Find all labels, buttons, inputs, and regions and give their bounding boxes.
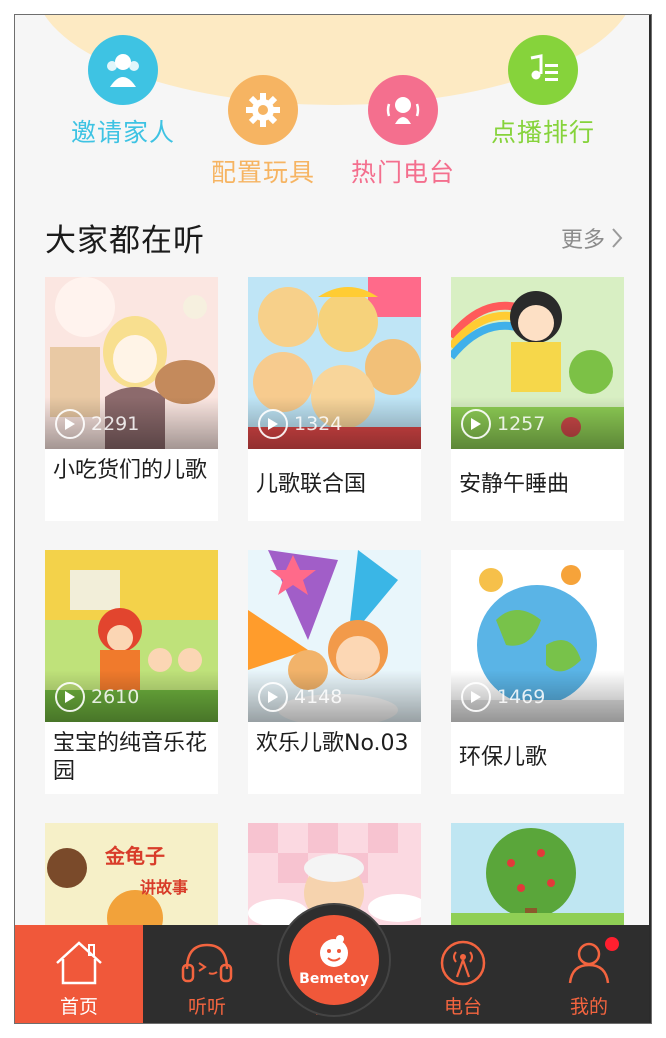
- cover-text-line1: 金龟子: [104, 844, 165, 868]
- tab-mine[interactable]: 我的: [525, 925, 651, 1023]
- play-count-value: 1324: [294, 413, 343, 435]
- notification-dot: [605, 937, 619, 951]
- album-title: 安静午睡曲: [459, 472, 570, 497]
- family-icon: [88, 35, 158, 105]
- music-list-icon: [508, 35, 578, 105]
- album-card[interactable]: 金龟子 讲故事: [45, 823, 218, 933]
- chevron-right-icon: [612, 228, 623, 248]
- invite-family-button[interactable]: 邀请家人: [63, 35, 183, 149]
- play-count: 2610: [55, 682, 139, 712]
- more-label: 更多: [560, 228, 605, 253]
- tab-radio-label: 电台: [443, 996, 482, 1018]
- album-title: 小吃货们的儿歌: [53, 458, 208, 483]
- album-cover: 1257: [451, 277, 624, 449]
- headphones-icon: [181, 943, 233, 983]
- album-card[interactable]: 1469 环保儿歌: [451, 550, 624, 794]
- album-card[interactable]: 2610 宝宝的纯音乐花园: [45, 550, 218, 794]
- bemetoy-brand: Bemetoy: [299, 971, 369, 987]
- play-count-value: 4148: [294, 686, 343, 708]
- tab-mine-label: 我的: [569, 996, 608, 1018]
- play-count: 1324: [258, 409, 342, 439]
- play-icon: [461, 409, 491, 439]
- ranking-button[interactable]: 点播排行: [483, 35, 603, 149]
- album-cover: 1469: [451, 550, 624, 722]
- play-icon: [55, 409, 85, 439]
- play-count: 2291: [55, 409, 139, 439]
- radio-icon: [440, 940, 486, 986]
- invite-family-label: 邀请家人: [70, 118, 175, 147]
- play-count-value: 2610: [91, 686, 140, 708]
- album-title: 欢乐儿歌No.03: [256, 731, 409, 756]
- play-count: 1257: [461, 409, 545, 439]
- play-icon: [461, 682, 491, 712]
- hot-radio-label: 热门电台: [350, 158, 455, 187]
- section-title: 大家都在听: [45, 223, 205, 259]
- configure-toy-button[interactable]: 配置玩具: [203, 75, 323, 189]
- album-cover: 1324: [248, 277, 421, 449]
- play-icon: [55, 682, 85, 712]
- tab-home-label: 首页: [59, 996, 98, 1018]
- microphone-icon: [368, 75, 438, 145]
- album-title: 宝宝的纯音乐花园: [53, 731, 208, 784]
- album-cover: [451, 823, 624, 933]
- play-count-value: 2291: [91, 413, 140, 435]
- play-count-value: 1469: [497, 686, 546, 708]
- album-card[interactable]: 2291 小吃货们的儿歌: [45, 277, 218, 521]
- configure-toy-label: 配置玩具: [210, 158, 315, 187]
- tab-intercom[interactable]: Bemetoy: [289, 915, 379, 1005]
- tab-radio[interactable]: 电台: [399, 925, 527, 1023]
- album-card[interactable]: 1324 儿歌联合国: [248, 277, 421, 521]
- tab-listen-label: 听听: [187, 996, 226, 1018]
- section-header: 大家都在听 更多: [45, 215, 623, 259]
- tab-listen[interactable]: 听听: [143, 925, 271, 1023]
- play-count: 4148: [258, 682, 342, 712]
- play-icon: [258, 409, 288, 439]
- gear-icon: [228, 75, 298, 145]
- play-count-value: 1257: [497, 413, 546, 435]
- app-screen: 邀请家人 配置玩具 热门电台 点播排行 大家都在听 更多 2291 小吃货们的儿…: [14, 14, 652, 1024]
- album-card[interactable]: 4148 欢乐儿歌No.03: [248, 550, 421, 794]
- play-icon: [258, 682, 288, 712]
- ranking-label: 点播排行: [490, 118, 595, 147]
- tab-home[interactable]: 首页: [15, 925, 143, 1023]
- cover-text-line2: 讲故事: [140, 878, 188, 897]
- play-count: 1469: [461, 682, 545, 712]
- album-cover: 2610: [45, 550, 218, 722]
- more-button[interactable]: 更多: [561, 222, 623, 254]
- home-icon: [56, 941, 102, 985]
- album-cover: 4148: [248, 550, 421, 722]
- album-card[interactable]: [451, 823, 624, 933]
- album-cover: 2291: [45, 277, 218, 449]
- album-card[interactable]: 1257 安静午睡曲: [451, 277, 624, 521]
- bemetoy-icon: [320, 935, 348, 967]
- album-cover: 金龟子 讲故事: [45, 823, 218, 933]
- hot-radio-button[interactable]: 热门电台: [343, 75, 463, 189]
- album-title: 儿歌联合国: [256, 472, 367, 497]
- album-title: 环保儿歌: [459, 745, 548, 770]
